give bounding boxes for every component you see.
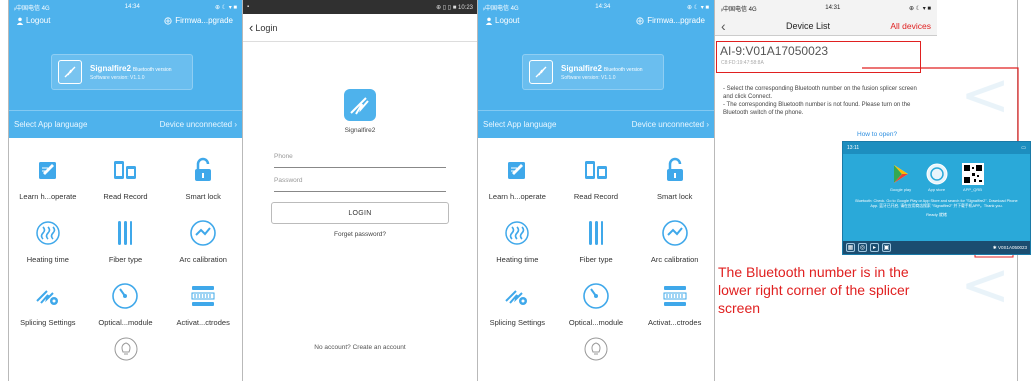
bluetooth-number: ✱ V0S1A050023 xyxy=(992,244,1027,250)
app-store-icon xyxy=(926,163,947,185)
google-play-icon xyxy=(893,165,908,183)
splicer-instructions: Bluetooth: Check. Go to Google Play or A… xyxy=(855,199,1018,209)
splicer-screen: 13:11 ▭ Google play App store APP_QRB Bl… xyxy=(842,141,1031,255)
splicer-ready: Ready 就绪 xyxy=(926,212,947,218)
qr-code-icon xyxy=(961,163,984,185)
splicer-settings-icon: ◎ xyxy=(858,243,867,252)
qr-code-badge: APP_QRB xyxy=(961,163,984,192)
google-play-badge: Google play xyxy=(890,163,912,192)
splicer-play-icon: ▸ xyxy=(870,243,879,252)
battery-icon: ▭ xyxy=(1021,145,1026,151)
splicer-lock-icon: ▣ xyxy=(882,243,891,252)
splicer-menu-icon: ▦ xyxy=(846,243,855,252)
bluetooth-icon: ✱ xyxy=(992,244,997,250)
app-store-badge: App store xyxy=(926,163,948,192)
caption-text: The Bluetooth number is in the lower rig… xyxy=(718,264,910,316)
